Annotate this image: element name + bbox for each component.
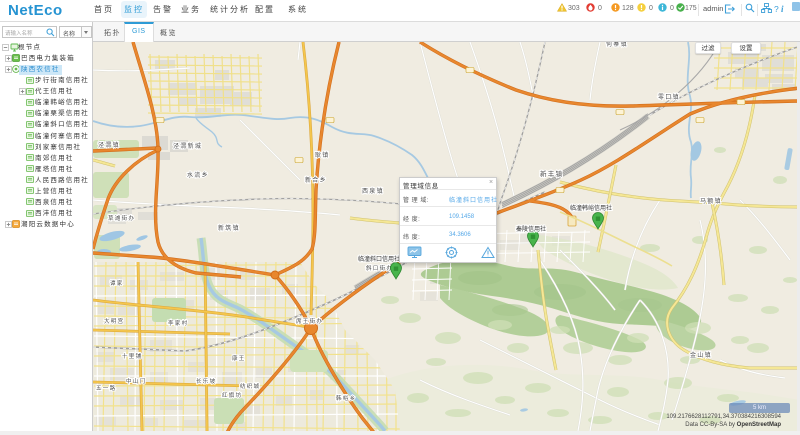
svg-text:泾渭镇: 泾渭镇 — [98, 141, 120, 149]
svg-text:中山门: 中山门 — [126, 377, 146, 385]
svg-text:韩峪乡: 韩峪乡 — [336, 394, 356, 402]
svg-text:马额镇: 马额镇 — [700, 197, 722, 205]
svg-text:五一路: 五一路 — [96, 384, 116, 392]
svg-text:西泉镇: 西泉镇 — [362, 187, 384, 195]
svg-text:红旗坊: 红旗坊 — [222, 391, 242, 399]
svg-text:金山镇: 金山镇 — [690, 351, 712, 359]
svg-text:十里铺: 十里铺 — [122, 352, 142, 360]
svg-text:席王街办: 席王街办 — [296, 317, 323, 325]
svg-text:秦陵信用社: 秦陵信用社 — [516, 225, 546, 233]
svg-text:斜口街办: 斜口街办 — [366, 264, 393, 272]
svg-text:长乐坡: 长乐坡 — [196, 377, 216, 385]
svg-text:耿镇: 耿镇 — [315, 151, 330, 159]
svg-text:新合乡: 新合乡 — [305, 176, 327, 184]
svg-text:草滩街办: 草滩街办 — [108, 214, 135, 222]
svg-text:临潼韩峪信用社: 临潼韩峪信用社 — [570, 204, 612, 212]
svg-text:水流乡: 水流乡 — [187, 171, 209, 179]
svg-text:谭家: 谭家 — [110, 279, 124, 287]
svg-text:纺织城: 纺织城 — [240, 382, 260, 390]
svg-text:临潼斜口信用社: 临潼斜口信用社 — [358, 255, 400, 263]
svg-text:泾渭新城: 泾渭新城 — [173, 142, 202, 150]
svg-text:康王: 康王 — [232, 354, 246, 362]
svg-text:何寨镇: 何寨镇 — [606, 42, 628, 48]
svg-text:新筑镇: 新筑镇 — [218, 224, 240, 232]
svg-text:新丰镇: 新丰镇 — [540, 169, 563, 178]
svg-text:李家村: 李家村 — [168, 319, 188, 327]
svg-text:大明宫: 大明宫 — [104, 317, 124, 325]
svg-text:零口镇: 零口镇 — [658, 93, 680, 101]
